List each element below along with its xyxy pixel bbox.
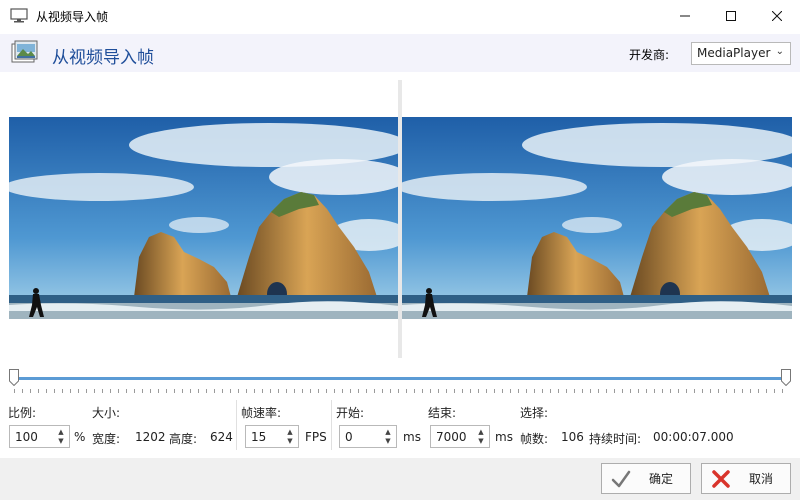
vendor-label: 开发商: xyxy=(629,48,670,62)
separator xyxy=(236,400,237,450)
monitor-icon xyxy=(10,8,28,23)
slider-track xyxy=(14,377,786,380)
source-preview-image xyxy=(9,117,399,319)
duration-value: 00:00:07.000 xyxy=(653,430,734,444)
frames-label: 帧数: xyxy=(520,432,549,446)
chevron-down-icon: ⌄ xyxy=(775,46,784,57)
start-value: 0 xyxy=(345,430,353,444)
video-frames-icon xyxy=(11,40,38,63)
fps-label: 帧速率: xyxy=(241,406,282,420)
header-band: 从视频导入帧 开发商: MediaPlayer ⌄ xyxy=(0,34,800,72)
height-value: 624 xyxy=(210,430,233,444)
spinner-arrows-icon[interactable]: ▲ ▼ xyxy=(476,428,486,446)
separator xyxy=(331,400,332,450)
ratio-label: 比例: xyxy=(8,406,37,420)
spinner-arrows-icon[interactable]: ▲ ▼ xyxy=(56,428,66,446)
beach-rocks-image xyxy=(402,117,792,319)
duration-label: 持续时间: xyxy=(589,432,642,446)
ratio-unit: % xyxy=(74,430,86,444)
ok-button-label: 确定 xyxy=(648,472,673,486)
frames-value: 106 xyxy=(561,430,584,444)
slider-start-thumb[interactable] xyxy=(9,369,19,386)
header-title: 从视频导入帧 xyxy=(52,48,154,68)
slider-end-thumb[interactable] xyxy=(781,369,791,386)
maximize-icon xyxy=(726,11,736,21)
end-label: 结束: xyxy=(428,406,457,420)
width-label: 宽度: xyxy=(92,432,121,446)
end-spinner[interactable]: 7000 ▲ ▼ xyxy=(430,425,490,448)
ratio-spinner[interactable]: 100 ▲ ▼ xyxy=(9,425,70,448)
title-bar: 从视频导入帧 xyxy=(0,0,800,32)
height-label: 高度: xyxy=(169,432,198,446)
start-label: 开始: xyxy=(336,406,365,420)
minimize-button[interactable] xyxy=(662,0,708,32)
start-spinner[interactable]: 0 ▲ ▼ xyxy=(339,425,397,448)
beach-rocks-image xyxy=(9,117,399,319)
end-value: 7000 xyxy=(436,430,467,444)
window-title: 从视频导入帧 xyxy=(36,10,109,24)
dialog-button-bar: 确定 取消 xyxy=(0,458,800,500)
frame-range-slider[interactable] xyxy=(8,367,793,399)
fps-value: 15 xyxy=(251,430,267,444)
checkmark-icon xyxy=(611,470,631,487)
spinner-arrows-icon[interactable]: ▲ ▼ xyxy=(285,428,295,446)
import-frames-window: 从视频导入帧 从视频导入帧 开发商: MediaPlayer ⌄ 比例: 100… xyxy=(0,0,800,500)
close-button[interactable] xyxy=(754,0,800,32)
fps-unit: FPS xyxy=(305,430,327,444)
vendor-select[interactable]: MediaPlayer ⌄ xyxy=(691,42,791,65)
start-unit: ms xyxy=(403,430,421,444)
minimize-icon xyxy=(680,15,690,17)
end-unit: ms xyxy=(495,430,513,444)
selection-label: 选择: xyxy=(520,406,549,420)
close-icon xyxy=(772,11,782,21)
ok-button[interactable]: 确定 xyxy=(601,463,691,494)
vendor-select-value: MediaPlayer xyxy=(697,46,771,60)
cancel-x-icon xyxy=(712,469,730,488)
ratio-value: 100 xyxy=(15,430,38,444)
width-value: 1202 xyxy=(135,430,166,444)
cancel-button[interactable]: 取消 xyxy=(701,463,791,494)
size-label: 大小: xyxy=(92,406,121,420)
spinner-arrows-icon[interactable]: ▲ ▼ xyxy=(383,428,393,446)
result-preview-image xyxy=(402,117,792,319)
maximize-button[interactable] xyxy=(708,0,754,32)
fps-spinner[interactable]: 15 ▲ ▼ xyxy=(245,425,299,448)
cancel-button-label: 取消 xyxy=(748,472,773,486)
slider-ticks xyxy=(14,389,786,393)
